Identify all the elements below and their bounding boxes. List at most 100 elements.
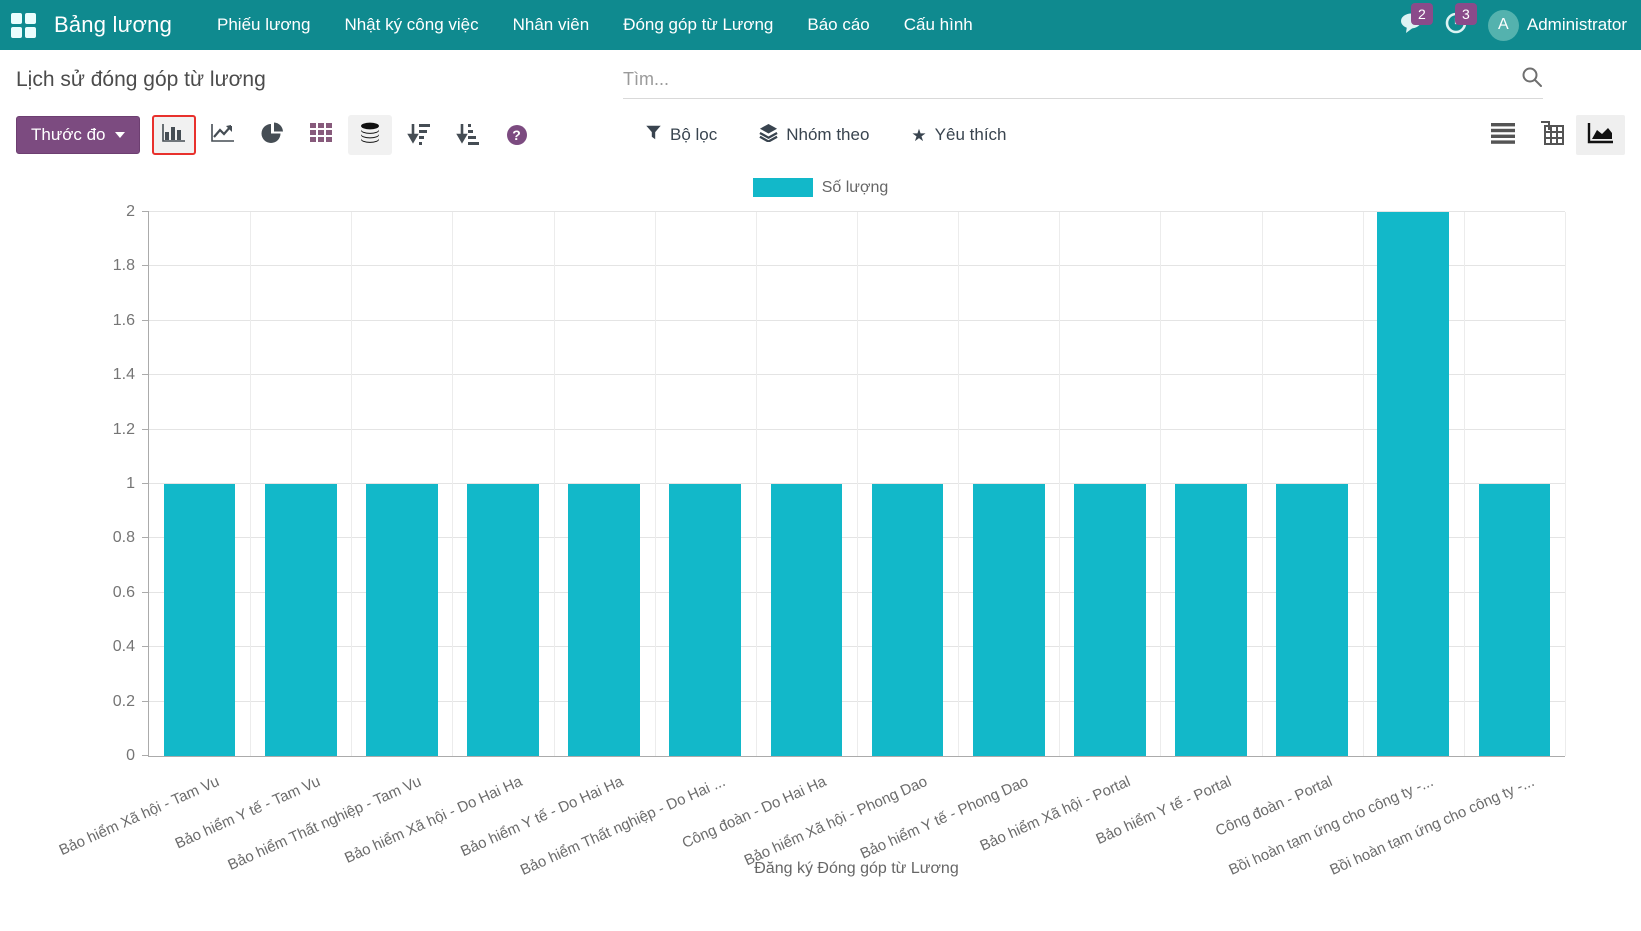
- y-tick: [142, 211, 149, 212]
- x-axis-label: Bảo hiểm Xã hội - Do Hai Ha: [342, 773, 526, 867]
- y-tick: [142, 700, 149, 702]
- x-gridline: [1160, 212, 1162, 756]
- x-axis-label: Bảo hiểm Xã hội - Tam Vu: [56, 773, 222, 860]
- help-button[interactable]: ?: [495, 115, 539, 155]
- stacked-toggle-button[interactable]: [347, 115, 392, 155]
- x-axis-label: Bảo hiểm Y tế - Phong Dao: [857, 773, 1032, 863]
- systray: 2 3 A Administrator: [1390, 0, 1641, 50]
- x-axis-label: Bảo hiểm Thất nghiệp - Tam Vu: [225, 773, 424, 874]
- y-tick: [142, 374, 149, 376]
- search-icon[interactable]: [1521, 66, 1543, 93]
- graph-view-button[interactable]: [1576, 115, 1625, 155]
- bar[interactable]: [163, 484, 236, 756]
- top-menu-item[interactable]: Nhật ký công việc: [327, 0, 495, 50]
- bar[interactable]: [1175, 484, 1247, 756]
- bar[interactable]: [1276, 484, 1349, 756]
- bar[interactable]: [1377, 212, 1450, 756]
- bar[interactable]: [264, 484, 337, 756]
- layers-icon: [759, 123, 778, 147]
- user-menu[interactable]: A Administrator: [1487, 9, 1627, 41]
- top-navbar: Bảng lương Phiếu lương Nhật ký công việc N…: [0, 0, 1641, 50]
- sort-ascending-icon: [455, 121, 481, 150]
- toolbar: Thước đo ? Bộ lọc Nhóm theo ★ Yêu thích: [0, 110, 1641, 160]
- top-menu: Phiếu lương Nhật ký công việc Nhân viên Đón…: [200, 0, 990, 50]
- top-menu-item[interactable]: Đóng góp từ Lương: [606, 0, 790, 50]
- y-tick-label: 1.8: [112, 257, 135, 275]
- chevron-down-icon: [114, 132, 125, 138]
- x-gridline: [1463, 212, 1465, 756]
- bar[interactable]: [365, 484, 438, 756]
- y-tick-label: 0.4: [112, 638, 135, 656]
- top-menu-item[interactable]: Báo cáo: [790, 0, 886, 50]
- y-tick: [142, 537, 149, 539]
- line-chart-icon: [210, 122, 236, 149]
- favorites-label: Yêu thích: [934, 125, 1007, 144]
- filters-button[interactable]: Bộ lọc: [645, 124, 717, 146]
- x-gridline: [1059, 212, 1061, 756]
- y-tick: [142, 265, 149, 267]
- x-gridline: [958, 212, 960, 756]
- activities-button[interactable]: 3: [1434, 0, 1478, 50]
- x-axis-title: Đăng ký Đóng góp từ Lương: [754, 860, 959, 877]
- activities-badge: 3: [1454, 3, 1477, 25]
- search-box: [623, 61, 1543, 99]
- apps-grid-icon: [10, 12, 36, 38]
- search-filters: Bộ lọc Nhóm theo ★ Yêu thích: [645, 123, 1007, 147]
- bar[interactable]: [568, 484, 641, 756]
- bar[interactable]: [1478, 484, 1551, 756]
- top-menu-item[interactable]: Cấu hình: [887, 0, 990, 50]
- favorites-button[interactable]: ★ Yêu thích: [911, 125, 1006, 145]
- legend-swatch: [752, 178, 813, 197]
- bar[interactable]: [871, 484, 944, 756]
- app-title[interactable]: Bảng lương: [54, 12, 172, 38]
- search-input[interactable]: [623, 69, 1521, 90]
- plot-area: 0 0.2 0.4 0.6 0.8 1 1.2 1.4 1.6 1.8 2: [113, 203, 1566, 764]
- view-switcher: [1478, 115, 1625, 155]
- pivot-icon: [1539, 120, 1565, 151]
- apps-menu-button[interactable]: [0, 0, 46, 50]
- measures-button[interactable]: Thước đo: [16, 116, 140, 154]
- star-icon: ★: [911, 125, 927, 145]
- pie-chart-icon: [260, 121, 284, 150]
- y-tick: [142, 755, 149, 756]
- y-tick: [142, 591, 149, 593]
- sort-descending-button[interactable]: [397, 115, 441, 155]
- bar[interactable]: [1073, 484, 1146, 756]
- x-axis-label: Bảo hiểm Y tế - Do Hai Ha: [458, 773, 627, 861]
- bar[interactable]: [467, 484, 539, 756]
- messages-badge: 2: [1410, 3, 1433, 25]
- control-panel-top: Lịch sử đóng góp từ lương: [0, 50, 1641, 110]
- bar[interactable]: [669, 484, 742, 756]
- y-tick-label: 2: [126, 203, 135, 220]
- pivot-table-button[interactable]: [299, 115, 343, 155]
- y-tick: [142, 319, 149, 321]
- stacked-database-icon: [357, 120, 383, 151]
- messages-button[interactable]: 2: [1390, 0, 1434, 50]
- top-menu-item[interactable]: Nhân viên: [496, 0, 607, 50]
- y-tick-label: 1: [126, 475, 135, 492]
- bar[interactable]: [770, 484, 843, 756]
- chart-type-bar-button[interactable]: [151, 115, 196, 155]
- y-tick: [142, 646, 149, 648]
- bar[interactable]: [972, 484, 1045, 756]
- y-tick-label: 0.8: [112, 529, 135, 547]
- legend-item[interactable]: Số lượng: [0, 178, 1641, 197]
- x-axis-label: Bảo hiểm Xã hội - Phong Dao: [741, 773, 931, 870]
- pivot-view-button[interactable]: [1527, 115, 1576, 155]
- top-menu-item[interactable]: Phiếu lương: [200, 0, 327, 50]
- group-by-button[interactable]: Nhóm theo: [759, 123, 869, 147]
- x-gridline: [452, 212, 454, 756]
- breadcrumb: Lịch sử đóng góp từ lương: [16, 68, 266, 91]
- chart-type-pie-button[interactable]: [250, 115, 294, 155]
- y-tick-label: 0.6: [112, 583, 135, 601]
- y-tick-label: 1.6: [112, 311, 135, 329]
- list-view-button[interactable]: [1478, 115, 1527, 155]
- help-icon: ?: [506, 125, 527, 145]
- x-gridline: [1362, 212, 1364, 756]
- sort-ascending-button[interactable]: [446, 115, 490, 155]
- y-tick-label: 1.4: [112, 366, 135, 384]
- avatar: A: [1487, 9, 1519, 41]
- sort-descending-icon: [406, 121, 432, 150]
- y-tick: [142, 428, 149, 430]
- chart-type-line-button[interactable]: [201, 115, 245, 155]
